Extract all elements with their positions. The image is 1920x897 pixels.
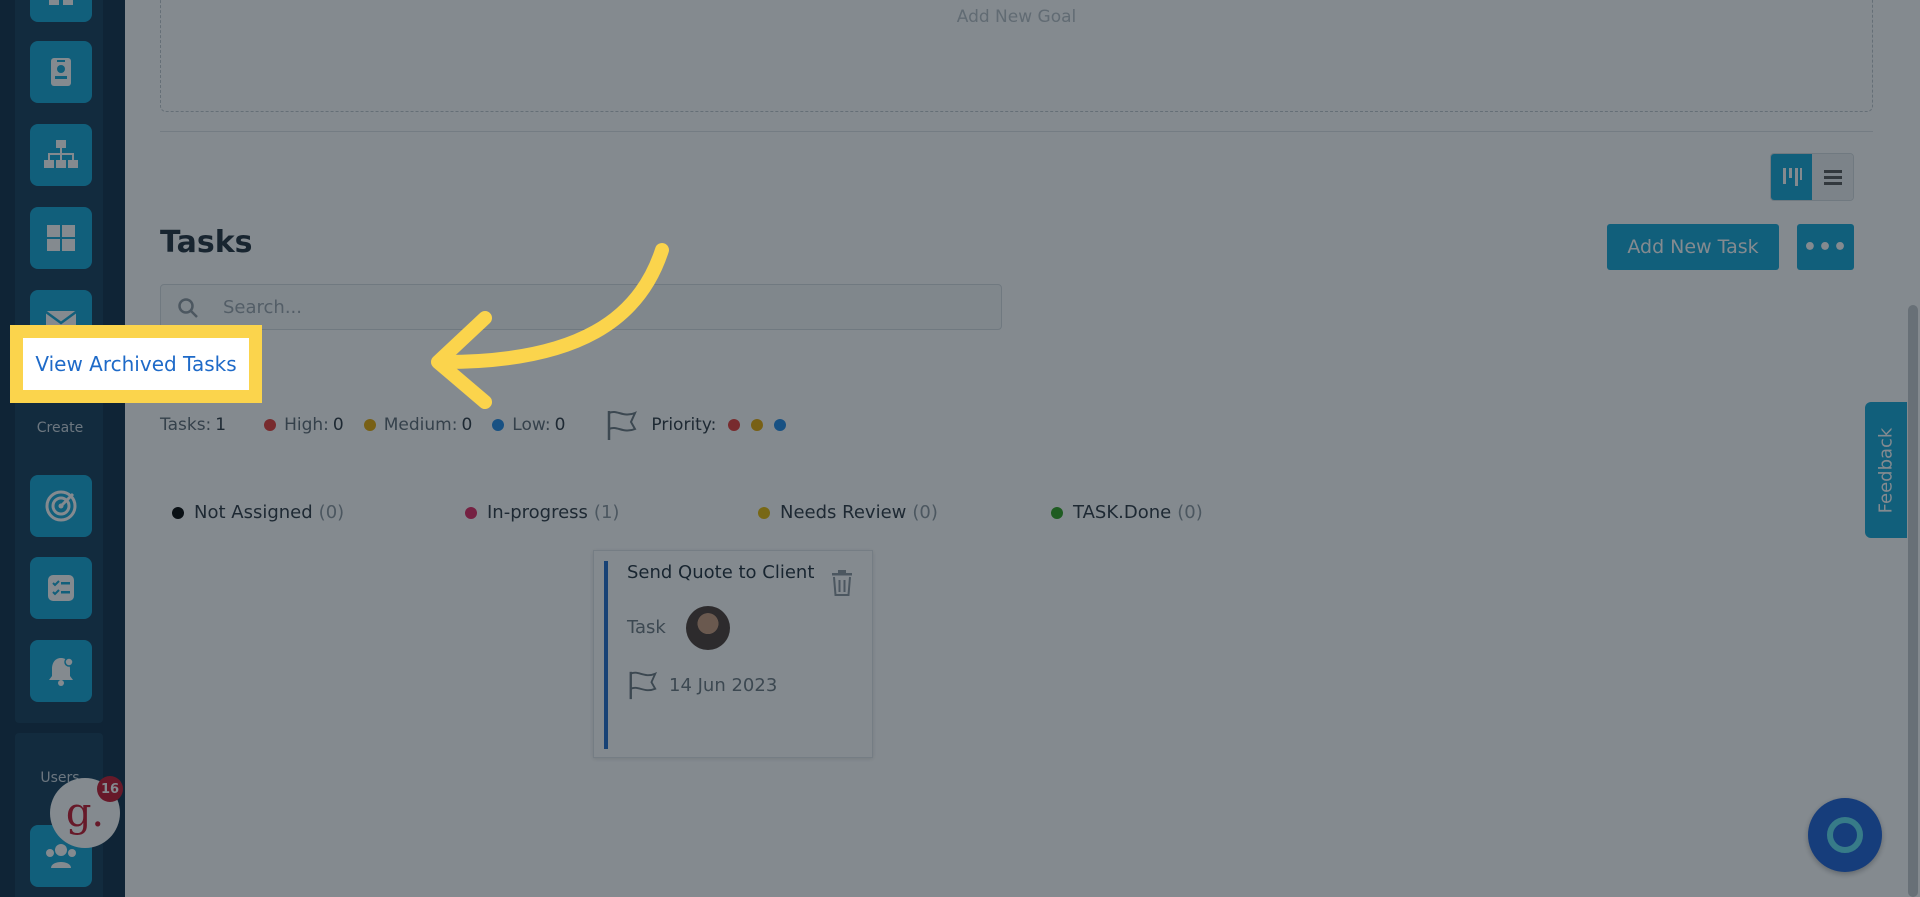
status-dot xyxy=(465,506,477,519)
high-priority-dot xyxy=(264,419,277,431)
task-date: 14 Jun 2023 xyxy=(669,674,778,696)
column-not-assigned: Not Assigned (0) xyxy=(172,502,465,523)
add-new-task-button[interactable]: Add New Task xyxy=(1607,224,1779,270)
sidebar-reminder-button[interactable] xyxy=(30,640,92,702)
search-icon xyxy=(178,298,198,318)
dashboard-icon xyxy=(49,0,73,5)
stat-tasks: Tasks: 1 xyxy=(160,415,226,435)
feedback-label: Feedback xyxy=(1875,427,1897,513)
sidebar-dashboard-button[interactable] xyxy=(30,0,92,22)
list-icon xyxy=(1823,170,1842,185)
main-content: Add New Goal Tasks Add New Task ••• Task… xyxy=(125,0,1920,897)
scrollbar[interactable] xyxy=(1908,305,1918,897)
column-count: (1) xyxy=(593,502,620,523)
sidebar: Create Users xyxy=(0,0,125,897)
tutorial-arrow-icon xyxy=(431,243,669,409)
view-archived-tasks-link[interactable]: View Archived Tasks xyxy=(23,338,249,390)
view-toggle xyxy=(1770,153,1854,201)
stat-tasks-count: 1 xyxy=(215,415,227,435)
column-in-progress: In-progress (1) xyxy=(465,502,758,523)
priority-filter-medium[interactable] xyxy=(751,419,764,431)
status-dot xyxy=(172,506,184,519)
grammarly-letter: g. xyxy=(65,790,105,836)
column-count: (0) xyxy=(1177,502,1203,523)
kanban-view-button[interactable] xyxy=(1771,154,1812,200)
sidebar-grid-button[interactable] xyxy=(30,207,92,269)
stat-high-count: 0 xyxy=(332,415,344,435)
status-dot xyxy=(1051,506,1063,519)
task-title[interactable]: Send Quote to Client xyxy=(627,562,814,583)
section-divider xyxy=(160,131,1873,132)
column-done: TASK.Done (0) xyxy=(1051,502,1344,523)
column-count: (0) xyxy=(318,502,345,523)
priority-filter-low[interactable] xyxy=(774,419,787,431)
list-view-button[interactable] xyxy=(1812,154,1853,200)
column-label: TASK.Done xyxy=(1073,502,1172,523)
column-label: Needs Review xyxy=(780,502,907,523)
contact-card-icon xyxy=(51,58,71,86)
trash-icon[interactable] xyxy=(830,569,854,597)
sidebar-create-label: Create xyxy=(36,420,84,436)
org-chart-icon xyxy=(44,140,78,168)
flag-icon xyxy=(629,671,658,700)
sidebar-contacts-button[interactable] xyxy=(30,41,92,103)
avatar[interactable] xyxy=(686,606,730,650)
sidebar-goal-button[interactable] xyxy=(30,475,92,537)
column-needs-review: Needs Review (0) xyxy=(758,502,1051,523)
column-count: (0) xyxy=(912,502,938,523)
priority-filter-high[interactable] xyxy=(728,419,741,431)
more-options-button[interactable]: ••• xyxy=(1797,224,1854,270)
chat-icon xyxy=(1827,817,1863,853)
task-card-accent-bar xyxy=(604,561,608,749)
stat-tasks-label: Tasks: xyxy=(160,415,212,435)
sidebar-org-chart-button[interactable] xyxy=(30,124,92,186)
kanban-icon xyxy=(1782,168,1802,186)
column-label: In-progress xyxy=(487,502,588,523)
feedback-tab[interactable]: Feedback xyxy=(1865,402,1907,538)
kanban-columns: Not Assigned (0) In-progress (1) Needs R… xyxy=(172,502,1344,523)
add-goal-label: Add New Goal xyxy=(956,7,1077,27)
task-type: Task xyxy=(627,617,666,638)
sidebar-task-button[interactable] xyxy=(30,557,92,619)
medium-priority-dot xyxy=(363,419,376,431)
column-label: Not Assigned xyxy=(194,502,313,523)
add-goal-dropzone[interactable]: Add New Goal xyxy=(160,0,1873,112)
grammarly-count-badge: 16 xyxy=(97,776,123,802)
page-title: Tasks xyxy=(160,225,253,260)
stat-high-label: High: xyxy=(284,415,329,435)
grid-icon xyxy=(47,225,75,251)
checklist-icon xyxy=(48,575,74,601)
task-card[interactable]: Send Quote to Client Task 14 Jun 2023 xyxy=(593,550,873,758)
chat-launcher-button[interactable] xyxy=(1808,798,1882,872)
task-due: 14 Jun 2023 xyxy=(627,669,777,701)
bell-icon xyxy=(49,657,74,686)
stat-high: High: 0 xyxy=(264,415,344,435)
status-dot xyxy=(758,506,770,519)
target-icon xyxy=(45,490,77,522)
